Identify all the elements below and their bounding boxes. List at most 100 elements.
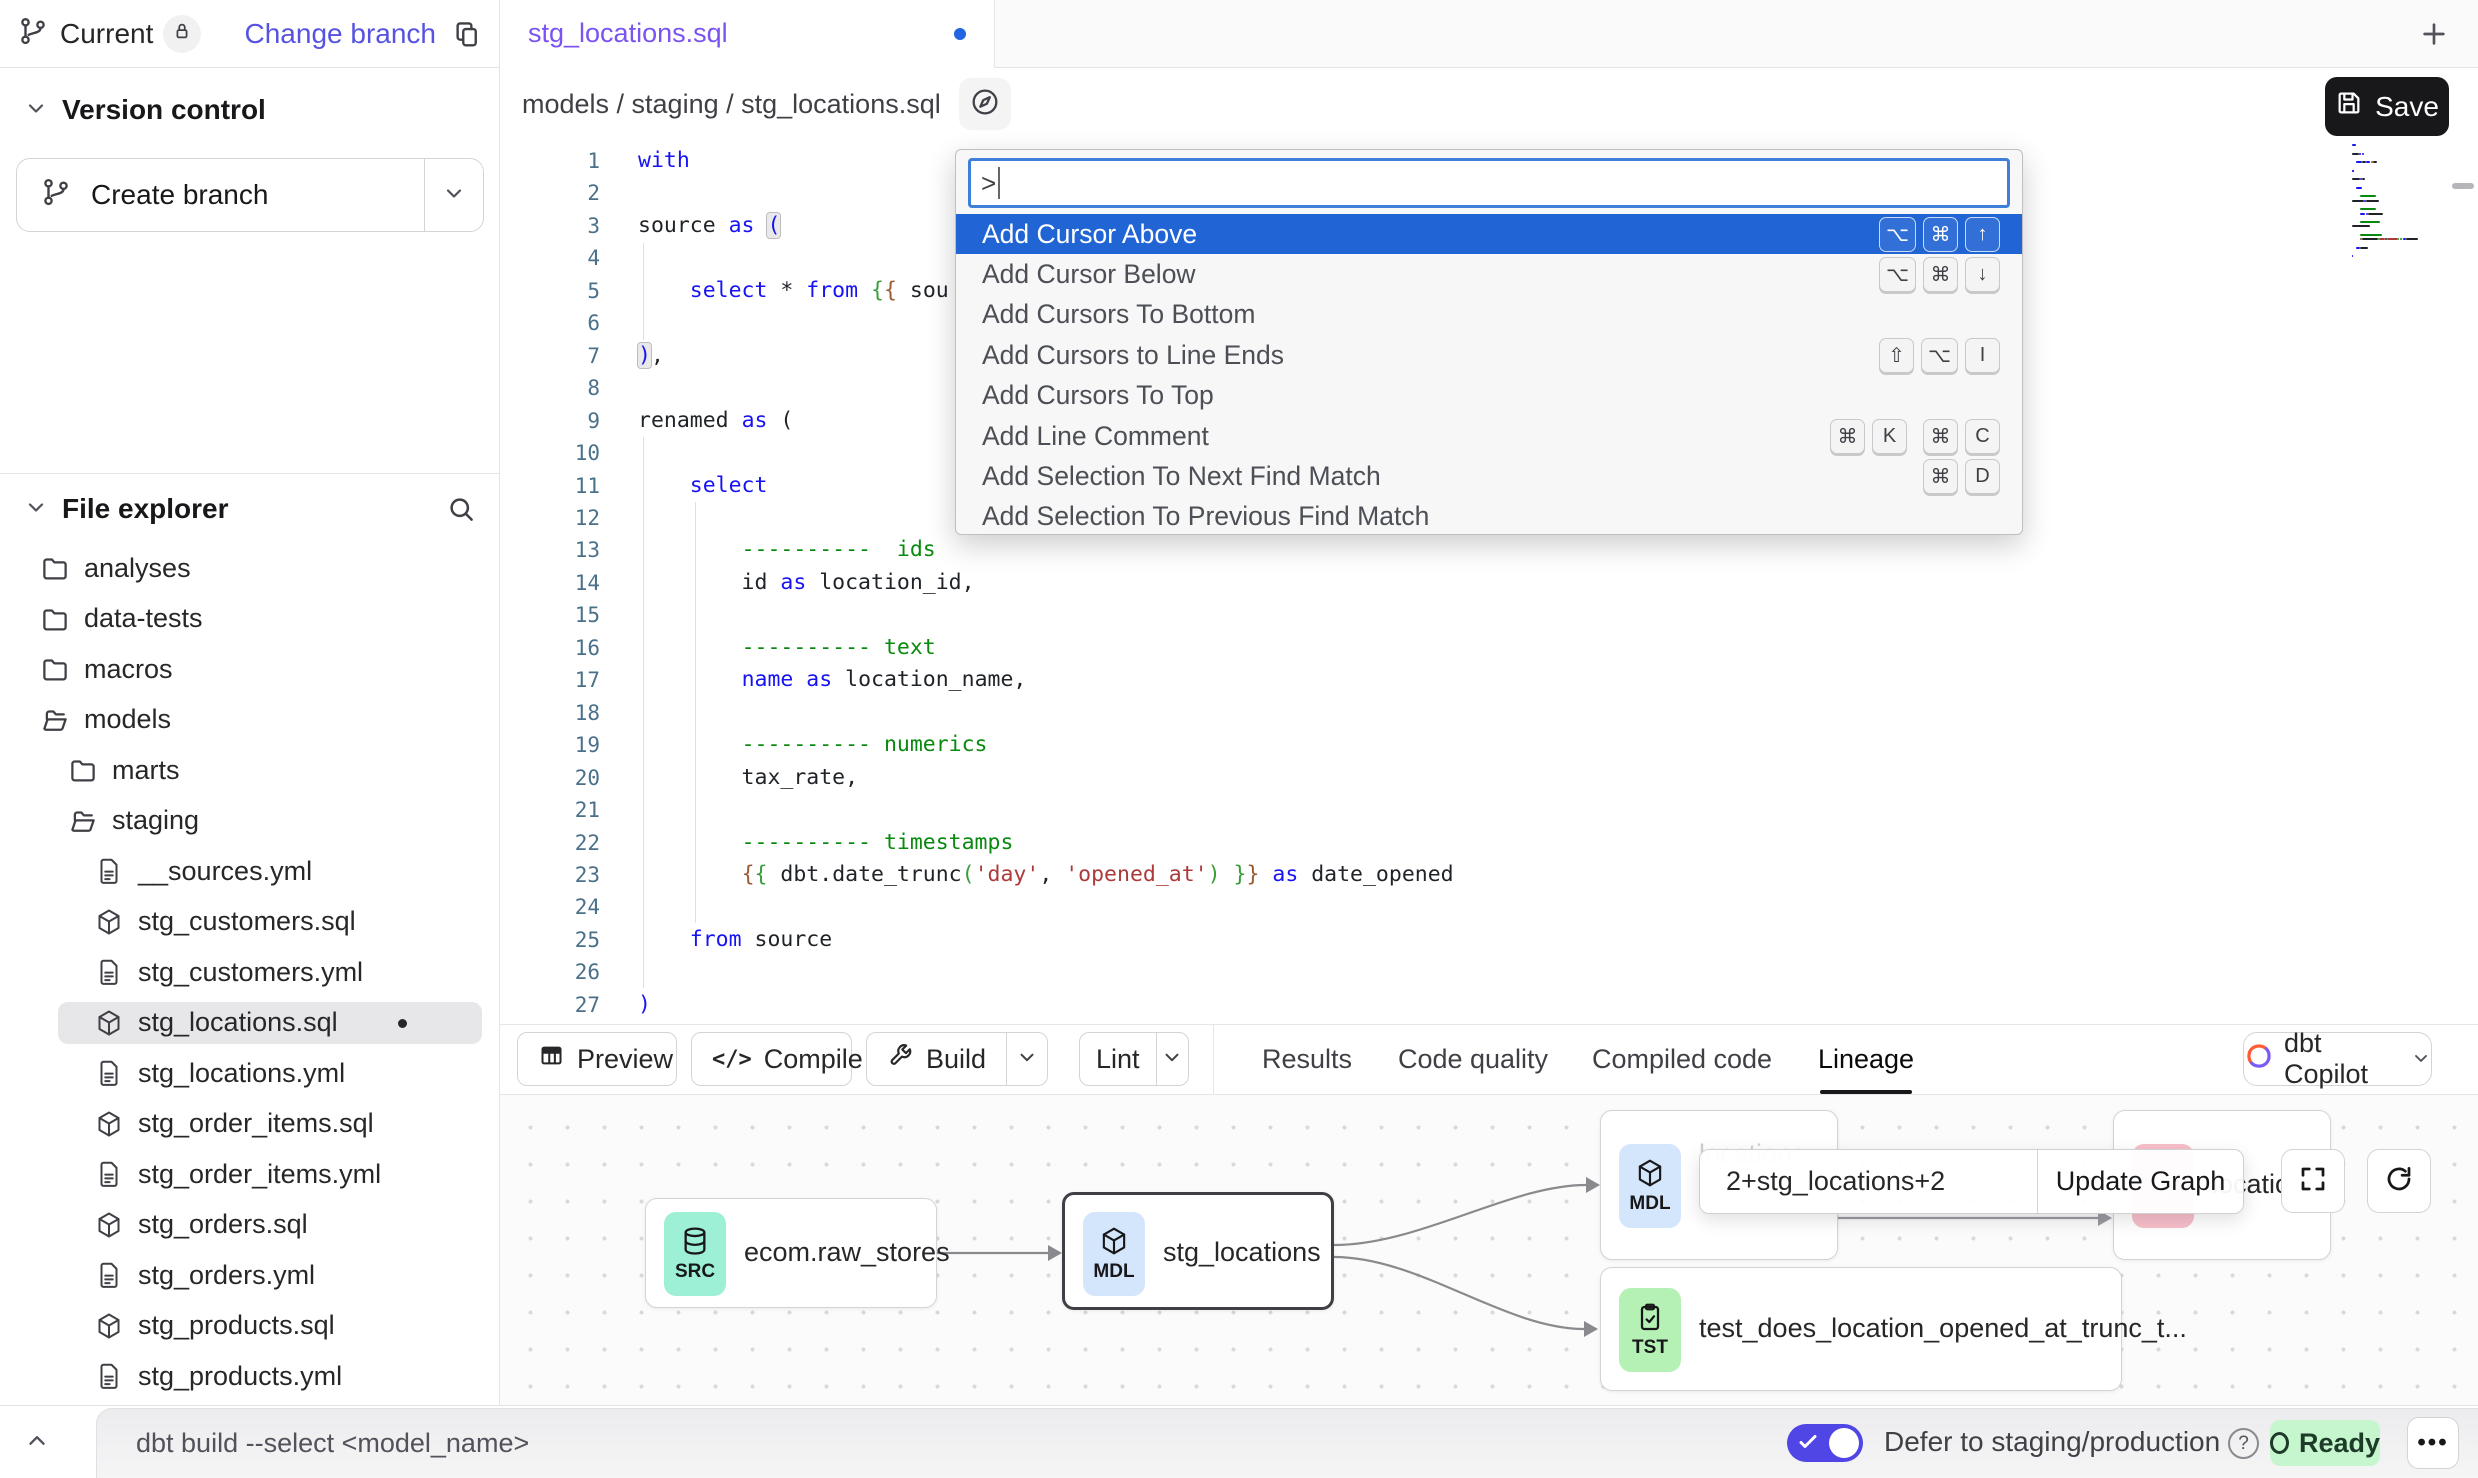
palette-item-add-selection-to-next-find-match[interactable]: Add Selection To Next Find Match⌘D (956, 456, 2022, 496)
cube-badge-icon: MDL (1619, 1144, 1681, 1228)
file-row-analyses[interactable]: analyses (0, 543, 500, 594)
doc-icon (94, 1159, 124, 1189)
navigate-button[interactable] (959, 78, 1011, 130)
node-label: stg_locations (1163, 1237, 1321, 1268)
tab-stg-locations[interactable]: stg_locations.sql (500, 0, 995, 68)
tab-bar: stg_locations.sql (500, 0, 2478, 68)
tab-results[interactable]: Results (1262, 1025, 1352, 1094)
database-badge-icon: SRC (664, 1212, 726, 1296)
palette-item-add-line-comment[interactable]: Add Line Comment⌘K⌘C (956, 416, 2022, 456)
minimap[interactable] (2352, 144, 2420, 262)
file-row-stg_locations.sql[interactable]: stg_locations.sql (0, 998, 500, 1049)
tab-lineage[interactable]: Lineage (1818, 1025, 1914, 1094)
palette-item-add-cursors-to-line-ends[interactable]: Add Cursors to Line Ends⇧⌥I (956, 335, 2022, 375)
graph-filter-input[interactable]: 2+stg_locations+2 (1700, 1166, 2037, 1197)
keycap: ⌥ (1921, 338, 1958, 373)
palette-item-add-cursors-to-bottom[interactable]: Add Cursors To Bottom (956, 295, 2022, 335)
lineage-node-ecom.raw_stores[interactable]: SRCecom.raw_stores (645, 1198, 937, 1308)
compile-label: Compile (764, 1044, 863, 1075)
git-branch-icon (18, 16, 48, 51)
copy-icon[interactable] (452, 19, 482, 49)
lineage-node-test_does_location_opened_at_trunc_t...[interactable]: TSTtest_does_location_opened_at_trunc_t.… (1600, 1267, 2122, 1391)
file-row-stg_customers.yml[interactable]: stg_customers.yml (0, 947, 500, 998)
command-palette-input[interactable]: > (968, 158, 2010, 208)
line-numbers: 1234567891011121314151617181920212223242… (500, 145, 600, 1021)
keycap: ↓ (1965, 257, 2000, 292)
palette-item-label: Add Cursor Above (982, 219, 1197, 250)
lineage-canvas[interactable]: SRCecom.raw_storesMDLstg_locationsMDLloc… (500, 1095, 2478, 1405)
wrench-icon (887, 1042, 914, 1076)
palette-item-add-selection-to-previous-find-match[interactable]: Add Selection To Previous Find Match (956, 497, 2022, 535)
build-button[interactable]: Build (866, 1032, 1048, 1086)
ready-label: Ready (2299, 1428, 2380, 1459)
dbt-copilot-button[interactable]: dbt Copilot (2243, 1032, 2432, 1086)
shortcut-keys: ⌥⌘↑ (1879, 217, 2000, 252)
version-control-header[interactable]: Version control (0, 78, 500, 142)
help-icon[interactable]: ? (2228, 1428, 2259, 1459)
cube-badge-icon: MDL (1083, 1212, 1145, 1296)
folder-icon (68, 755, 98, 785)
node-label: test_does_location_opened_at_trunc_t... (1699, 1313, 2187, 1344)
file-label: stg_products.sql (138, 1310, 335, 1341)
create-branch-main[interactable]: Create branch (17, 159, 424, 231)
palette-item-add-cursors-to-top[interactable]: Add Cursors To Top (956, 376, 2022, 416)
new-tab-button[interactable] (2412, 14, 2456, 58)
toggle-knob (1829, 1428, 1859, 1458)
update-graph-button[interactable]: Update Graph (2038, 1166, 2243, 1197)
git-branch-icon (41, 177, 71, 214)
lint-dropdown[interactable] (1156, 1033, 1188, 1085)
compile-button[interactable]: </>Compile (691, 1032, 852, 1086)
file-row-stg_customers.sql[interactable]: stg_customers.sql (0, 897, 500, 948)
tab-compiled-code[interactable]: Compiled code (1592, 1025, 1772, 1094)
file-row-__sources.yml[interactable]: __sources.yml (0, 846, 500, 897)
file-row-stg_locations.yml[interactable]: stg_locations.yml (0, 1048, 500, 1099)
preview-button[interactable]: Preview (517, 1032, 677, 1086)
clipboard-badge-icon: TST (1619, 1288, 1681, 1372)
create-branch-button[interactable]: Create branch (16, 158, 484, 232)
file-row-stg_products.yml[interactable]: stg_products.yml (0, 1351, 500, 1402)
file-explorer-header[interactable]: File explorer (0, 474, 500, 544)
cli-command-input[interactable]: dbt build --select <model_name> (136, 1428, 529, 1459)
fullscreen-icon (2298, 1164, 2328, 1199)
status-badge: Ready (2270, 1420, 2380, 1466)
scrollbar-thumb[interactable] (2452, 183, 2474, 189)
lint-button[interactable]: Lint (1079, 1032, 1189, 1086)
version-control-title: Version control (62, 94, 266, 126)
file-label: analyses (84, 553, 191, 584)
lineage-node-stg_locations[interactable]: MDL stg_locations (1062, 1192, 1334, 1310)
defer-label: Defer to staging/production (1884, 1426, 2220, 1458)
fullscreen-button[interactable] (2281, 1149, 2345, 1213)
palette-item-add-cursor-above[interactable]: Add Cursor Above ⌥⌘↑ (956, 214, 2022, 254)
palette-item-add-cursor-below[interactable]: Add Cursor Below⌥⌘↓ (956, 254, 2022, 294)
chevron-down-icon (2411, 1044, 2431, 1075)
file-row-staging[interactable]: staging (0, 796, 500, 847)
file-row-macros[interactable]: macros (0, 644, 500, 695)
file-row-stg_order_items.sql[interactable]: stg_order_items.sql (0, 1099, 500, 1150)
file-row-stg_order_items.yml[interactable]: stg_order_items.yml (0, 1149, 500, 1200)
more-button[interactable]: ••• (2407, 1417, 2459, 1469)
build-label: Build (926, 1044, 986, 1075)
node-label: ecom.raw_stores (744, 1237, 950, 1268)
tab-code-quality[interactable]: Code quality (1398, 1025, 1548, 1094)
file-label: data-tests (84, 603, 203, 634)
change-branch-link[interactable]: Change branch (245, 18, 436, 50)
file-row-models[interactable]: models (0, 695, 500, 746)
palette-item-label: Add Cursors to Line Ends (982, 340, 1284, 371)
file-label: stg_orders.sql (138, 1209, 308, 1240)
search-icon[interactable] (446, 494, 476, 524)
create-branch-dropdown[interactable] (425, 181, 483, 210)
file-row-stg_products.sql[interactable]: stg_products.sql (0, 1301, 500, 1352)
file-row-stg_orders.sql[interactable]: stg_orders.sql (0, 1200, 500, 1251)
palette-item-label: Add Line Comment (982, 421, 1209, 452)
folder-open-icon (68, 806, 98, 836)
file-row-stg_orders.yml[interactable]: stg_orders.yml (0, 1250, 500, 1301)
save-button[interactable]: Save (2325, 77, 2449, 136)
file-explorer-section: File explorer (0, 473, 500, 544)
file-row-marts[interactable]: marts (0, 745, 500, 796)
defer-toggle[interactable] (1787, 1424, 1863, 1462)
code-icon: </> (712, 1047, 752, 1072)
chevron-up-icon[interactable] (24, 1428, 50, 1459)
build-dropdown[interactable] (1007, 1033, 1047, 1085)
file-row-data-tests[interactable]: data-tests (0, 594, 500, 645)
refresh-button[interactable] (2367, 1149, 2431, 1213)
